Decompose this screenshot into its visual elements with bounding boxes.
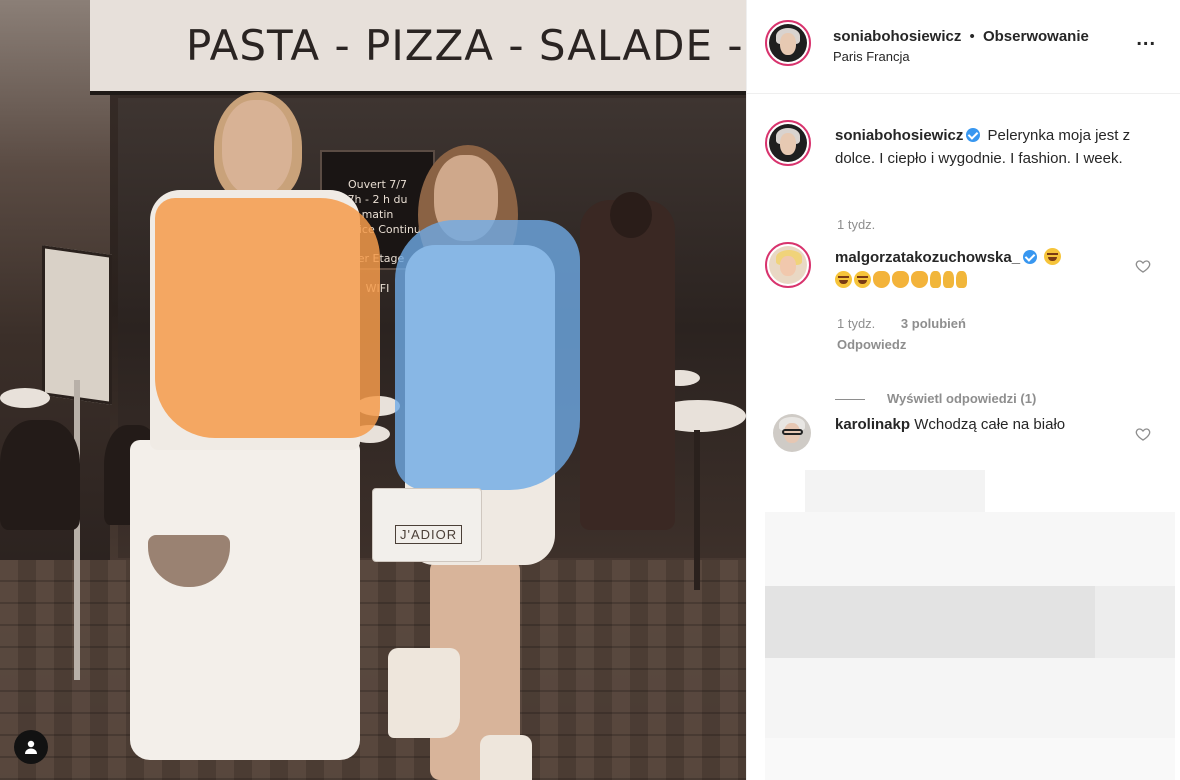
caption-username[interactable]: soniabohosiewicz (835, 127, 963, 144)
woman-left-face (222, 100, 292, 196)
clapping-emoji-icon (892, 271, 909, 288)
comment-text: Wchodzą całe na biało (914, 416, 1066, 433)
photo-cobblestone-rows (0, 560, 746, 780)
like-comment-heart-icon[interactable] (1135, 426, 1151, 442)
caption-text-block: soniabohosiewicz Pelerynka moja jest z d… (835, 124, 1145, 170)
commenter-username[interactable]: malgorzatakozuchowska_ (835, 249, 1020, 266)
blurred-content-area (765, 470, 1175, 780)
more-options-icon: ... (1136, 28, 1156, 50)
hand-emoji-icon (930, 271, 941, 288)
comment-meta: 1 tydz. 3 polubień (837, 316, 966, 331)
comment-time[interactable]: 1 tydz. (837, 316, 875, 331)
woman-left-pants (130, 440, 360, 760)
post-header: soniabohosiewicz • Obserwowanie Paris Fr… (747, 0, 1180, 94)
separator-dot: • (969, 28, 975, 45)
view-replies-button[interactable]: Wyświetl odpowiedzi (1) (835, 391, 1036, 406)
table-leg (694, 430, 700, 590)
background-man (580, 200, 675, 530)
author-username[interactable]: soniabohosiewicz (833, 28, 961, 45)
menu-pole (74, 380, 80, 680)
laughing-emoji-icon (1044, 248, 1062, 265)
laughing-emoji-icon (835, 271, 852, 288)
woman-right-bag: J'ADIOR (372, 488, 482, 562)
post-photo[interactable]: PASTA - PIZZA - SALADE - AN Ouvert 7/7 7… (0, 0, 746, 780)
more-options-button[interactable]: ... (1136, 29, 1156, 49)
post-location[interactable]: Paris Francja (833, 49, 910, 64)
like-comment-heart-icon[interactable] (1135, 258, 1151, 274)
following-button[interactable]: Obserwowanie (983, 28, 1089, 45)
author-avatar[interactable] (765, 20, 811, 66)
replies-divider-line (835, 399, 865, 401)
awning-text: PASTA - PIZZA - SALADE - AN (186, 21, 746, 70)
background-man-head (610, 192, 652, 238)
caption-time[interactable]: 1 tydz. (837, 217, 875, 232)
clapping-emoji-icon (873, 271, 890, 288)
clapping-emoji-icon (911, 271, 928, 288)
user-tag-button[interactable] (14, 730, 48, 764)
comment-text-block: malgorzatakozuchowska_ (835, 246, 1145, 292)
commenter-avatar[interactable] (773, 414, 811, 452)
restaurant-awning: PASTA - PIZZA - SALADE - AN (90, 0, 746, 95)
laughing-emoji-icon (854, 271, 871, 288)
blue-cape (395, 220, 580, 490)
verified-badge-icon (966, 128, 981, 142)
comment-text-block: karolinakp Wchodzą całe na biało (835, 413, 1145, 436)
bag-label: J'ADIOR (395, 525, 463, 544)
verified-badge-icon (1023, 250, 1038, 264)
comment-likes[interactable]: 3 polubień (901, 316, 966, 331)
orange-cape (155, 198, 380, 438)
cafe-chair (0, 420, 80, 530)
white-boot (480, 735, 532, 780)
hand-emoji-icon (943, 271, 954, 288)
cafe-table (0, 388, 50, 408)
white-boot (388, 648, 460, 738)
header-user-line: soniabohosiewicz • Obserwowanie (833, 28, 1089, 45)
post-side-panel: soniabohosiewicz • Obserwowanie Paris Fr… (746, 0, 1180, 780)
hand-emoji-icon (956, 271, 967, 288)
commenter-avatar[interactable] (765, 242, 811, 288)
commenter-username[interactable]: karolinakp (835, 416, 910, 433)
user-tag-icon (25, 740, 37, 754)
reply-button[interactable]: Odpowiedz (837, 337, 906, 352)
caption-avatar[interactable] (765, 120, 811, 166)
view-replies-label: Wyświetl odpowiedzi (1) (887, 391, 1037, 406)
